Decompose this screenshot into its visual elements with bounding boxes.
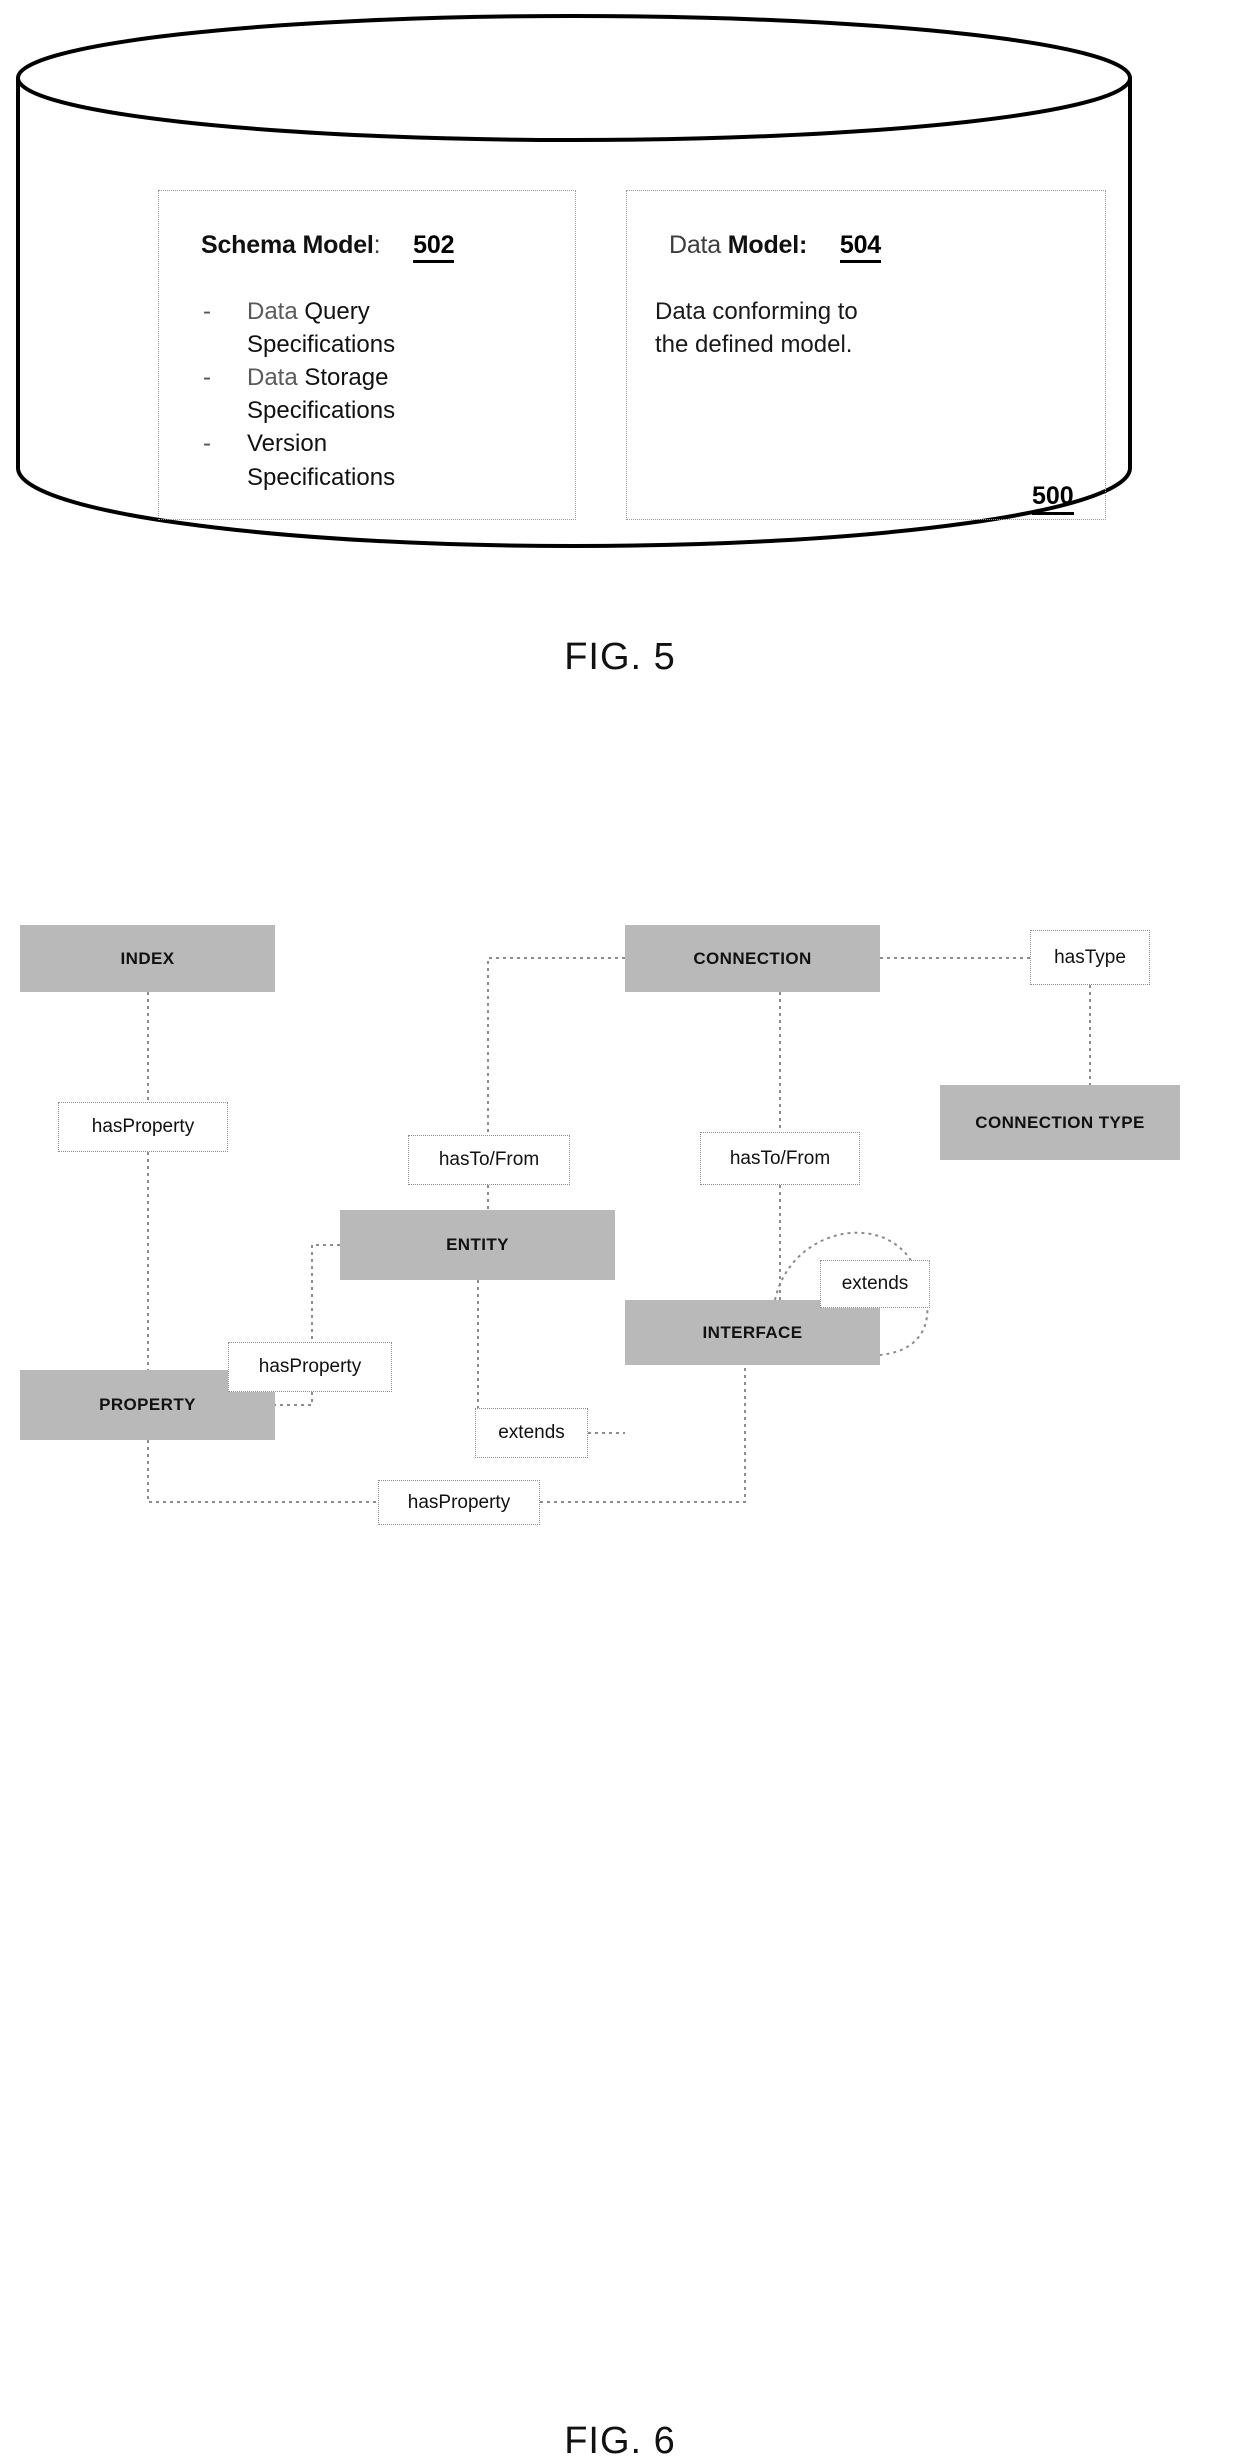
edge-label-has-type-text: hasType bbox=[1054, 946, 1126, 968]
spec-item-1-soft: Data bbox=[247, 364, 298, 392]
edge-connection-hastofrom-entity bbox=[487, 957, 625, 1135]
figure-6: INDEX CONNECTION CONNECTION TYPE ENTITY … bbox=[0, 880, 1240, 2462]
edge-label-extends-entity-text: extends bbox=[498, 1422, 565, 1443]
data-model-ref-number: 504 bbox=[839, 231, 881, 263]
figure-5-ref-number: 500 bbox=[1032, 482, 1074, 515]
spec-item-0-bold: Query bbox=[304, 298, 370, 325]
edge-label-has-to-from-interface-text: hasTo/From bbox=[729, 1147, 831, 1169]
edge-entity-hasproperty bbox=[311, 1244, 340, 1342]
data-model-description: Data conforming to the defined model. bbox=[655, 295, 995, 361]
data-model-description-line-2: the defined model. bbox=[655, 331, 853, 359]
data-heading-colon: : bbox=[798, 231, 808, 259]
edge-label-has-property-interface[interactable]: hasProperty bbox=[378, 1480, 540, 1525]
list-item: Data Storage Specifications bbox=[199, 361, 395, 427]
schema-specification-list: Data Query Specifications Data Storage S… bbox=[199, 295, 395, 494]
edge-label-extends-entity[interactable]: extends bbox=[475, 1408, 588, 1458]
data-model-panel: Data Model: 504 Data conforming to the d… bbox=[626, 190, 1106, 520]
figure-5-caption: FIG. 5 bbox=[564, 636, 676, 678]
spec-item-1-line2: Specifications bbox=[247, 397, 396, 425]
edge-label-extends-self-text: extends bbox=[841, 1273, 909, 1294]
list-item: Data Query Specifications bbox=[199, 295, 395, 361]
node-index-label: INDEX bbox=[120, 948, 175, 968]
edge-label-has-property-entity-text: hasProperty bbox=[258, 1356, 362, 1377]
edge-property-bottom-hasproperty bbox=[147, 1440, 378, 1503]
schema-heading-colon: : bbox=[373, 231, 381, 259]
spec-item-2-bold: Version bbox=[247, 430, 328, 458]
edge-label-has-property-interface-text: hasProperty bbox=[407, 1491, 511, 1513]
node-connection-type[interactable]: CONNECTION TYPE bbox=[940, 1085, 1180, 1160]
schema-model-heading: Schema Model: 502 bbox=[201, 231, 454, 263]
edge-label-has-property-index[interactable]: hasProperty bbox=[58, 1102, 228, 1152]
node-connection-label: CONNECTION bbox=[693, 948, 812, 968]
node-index[interactable]: INDEX bbox=[20, 925, 275, 992]
figure-5: Schema Model: 502 Data Query Specificati… bbox=[0, 0, 1240, 700]
edge-hasproperty-property-right bbox=[275, 1392, 313, 1406]
data-heading-word-1: Data bbox=[669, 231, 722, 259]
node-entity[interactable]: ENTITY bbox=[340, 1210, 615, 1280]
node-connection-type-label: CONNECTION TYPE bbox=[975, 1112, 1145, 1132]
spec-item-2-line2: Specifications bbox=[247, 463, 396, 491]
edge-label-has-to-from-interface[interactable]: hasTo/From bbox=[700, 1132, 860, 1185]
data-model-description-line-1: Data conforming to bbox=[655, 298, 858, 325]
edge-label-has-to-from-entity[interactable]: hasTo/From bbox=[408, 1135, 570, 1185]
schema-heading-word-2: Model bbox=[302, 231, 374, 259]
edge-label-has-property-index-text: hasProperty bbox=[91, 1116, 195, 1137]
schema-model-panel: Schema Model: 502 Data Query Specificati… bbox=[158, 190, 576, 520]
spec-item-1-bold: Storage bbox=[304, 364, 389, 392]
spec-item-0-line2: Specifications bbox=[247, 331, 396, 359]
edge-label-has-property-entity[interactable]: hasProperty bbox=[228, 1342, 392, 1392]
edge-label-extends-self[interactable]: extends bbox=[820, 1260, 930, 1308]
data-heading-word-2: Model bbox=[727, 231, 799, 259]
edge-label-has-type[interactable]: hasType bbox=[1030, 930, 1150, 985]
spec-item-0-soft: Data bbox=[247, 298, 298, 325]
schema-model-ref-number: 502 bbox=[413, 231, 454, 263]
node-entity-label: ENTITY bbox=[446, 1235, 509, 1254]
edge-label-has-to-from-entity-text: hasTo/From bbox=[438, 1149, 540, 1170]
schema-heading-word-1: Schema bbox=[201, 231, 296, 259]
node-interface-label: INTERFACE bbox=[702, 1322, 803, 1342]
figure-6-caption: FIG. 6 bbox=[564, 2420, 676, 2462]
list-item: Version Specifications bbox=[199, 427, 395, 493]
node-interface[interactable]: INTERFACE bbox=[625, 1300, 880, 1365]
node-property-label: PROPERTY bbox=[99, 1395, 196, 1414]
data-model-heading: Data Model: 504 bbox=[669, 231, 881, 263]
node-connection[interactable]: CONNECTION bbox=[625, 925, 880, 992]
